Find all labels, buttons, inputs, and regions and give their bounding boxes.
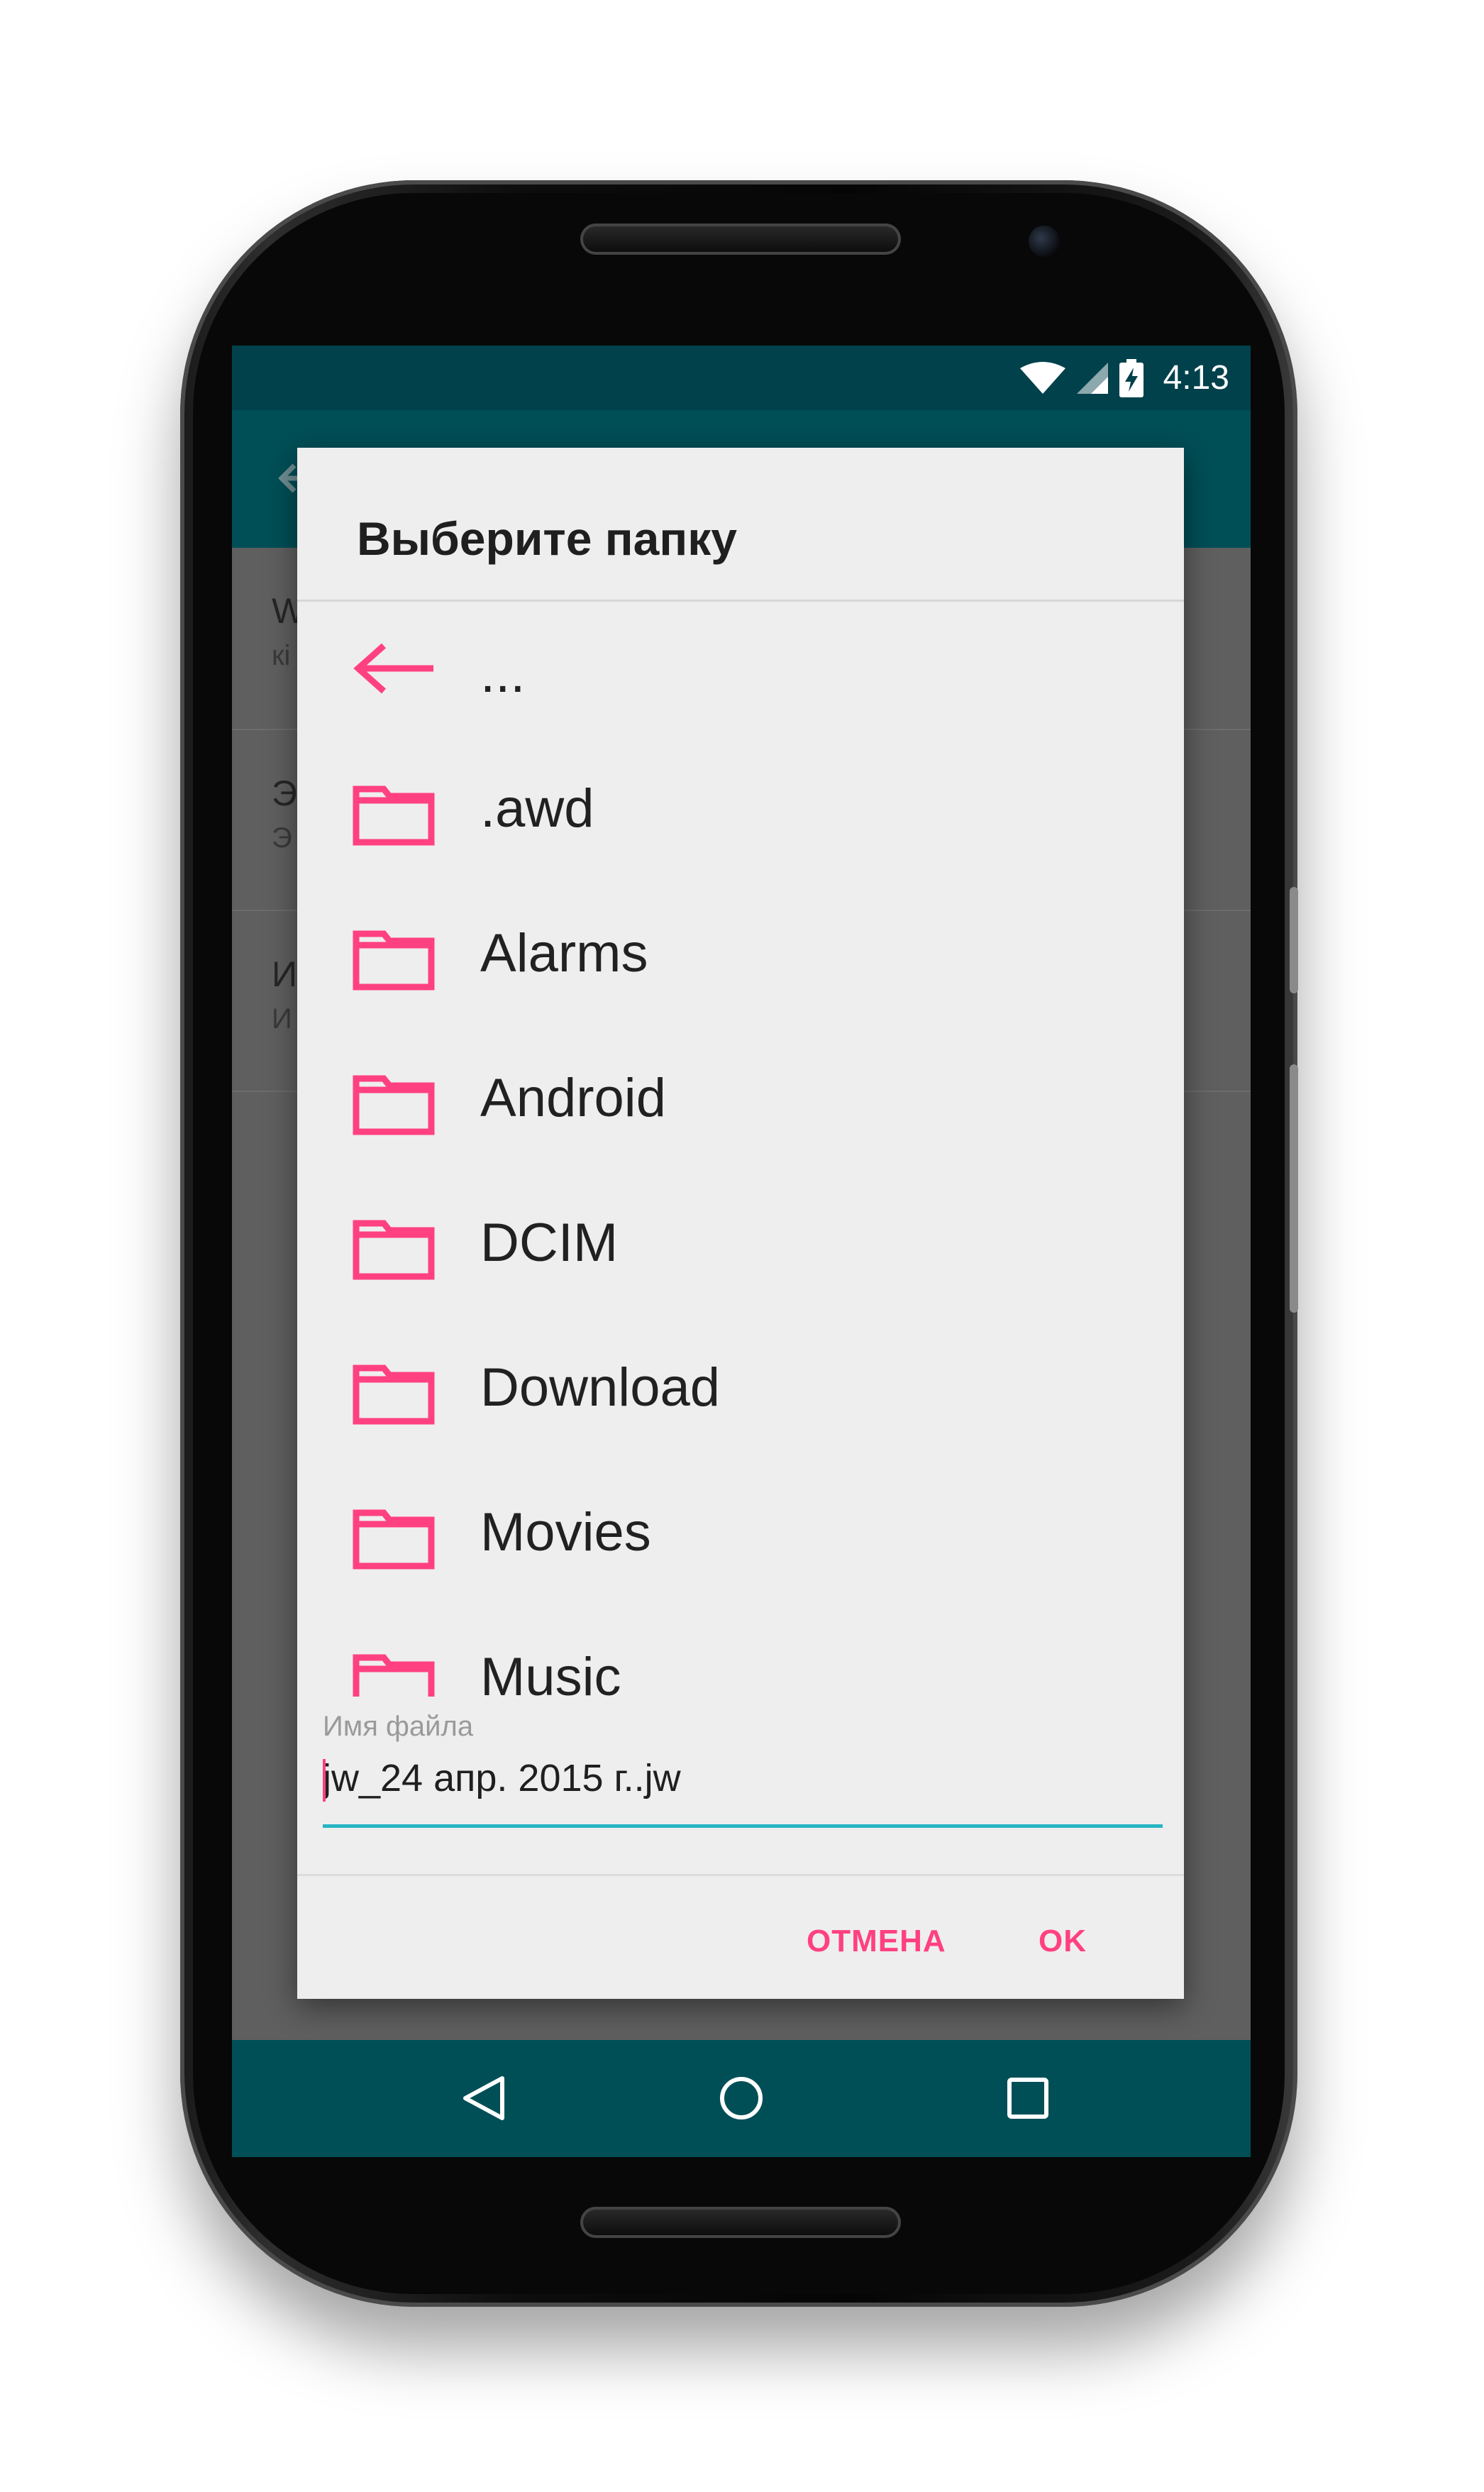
nav-home-button[interactable] — [706, 2063, 777, 2134]
bottom-speaker — [580, 2207, 901, 2238]
folder-icon — [353, 1075, 435, 1135]
filename-input[interactable] — [323, 1750, 1163, 1807]
list-item-subtitle: И — [272, 1003, 292, 1035]
dialog-title: Выберите папку — [357, 512, 737, 565]
home-circle-icon — [720, 2077, 763, 2119]
folder-icon — [353, 1509, 435, 1570]
list-item-folder[interactable]: DCIM — [297, 1171, 1184, 1316]
volume-button — [1290, 1064, 1298, 1313]
folder-icon — [353, 1220, 435, 1280]
list-item-label: Music — [480, 1647, 621, 1697]
folder-chooser-dialog: Выберите папку ... .awd Alarms Android D… — [297, 448, 1184, 1999]
ok-button[interactable]: OK — [1039, 1924, 1087, 1959]
text-caret — [323, 1759, 326, 1802]
list-item-folder[interactable]: Movies — [297, 1460, 1184, 1605]
nav-back-button[interactable] — [448, 2063, 519, 2134]
list-item-label: DCIM — [480, 1213, 619, 1273]
navigation-bar — [232, 2040, 1251, 2157]
status-bar: 4:13 — [232, 346, 1251, 410]
front-camera — [1029, 226, 1060, 257]
list-item-label: .awd — [480, 778, 594, 839]
list-item-title: И — [272, 954, 297, 994]
wifi-icon — [1019, 361, 1065, 394]
folder-icon — [353, 1364, 435, 1425]
list-item-label: Alarms — [480, 923, 648, 983]
status-time: 4:13 — [1163, 359, 1229, 397]
list-item-subtitle: Э — [272, 822, 292, 854]
arrow-back-icon — [353, 643, 433, 694]
list-item-label: Movies — [480, 1502, 651, 1562]
list-item-title: Э — [272, 773, 297, 813]
list-item-folder[interactable]: Download — [297, 1316, 1184, 1460]
top-speaker — [580, 224, 901, 255]
list-item-subtitle: кі — [272, 640, 291, 671]
signal-icon — [1076, 362, 1108, 394]
folder-icon — [353, 1654, 435, 1697]
cancel-button[interactable]: ОТМЕНА — [807, 1924, 946, 1959]
folder-list[interactable]: ... .awd Alarms Android DCIM Download Mo… — [297, 602, 1184, 1697]
folder-icon — [353, 930, 435, 991]
list-item-folder[interactable]: .awd — [297, 737, 1184, 881]
list-item-label: Android — [480, 1068, 666, 1128]
list-item-label: ... — [480, 644, 526, 704]
status-icons: 4:13 — [1019, 346, 1229, 410]
screen: 4:13 W кі Э Э И И Выберите папку ... .aw… — [232, 346, 1251, 2157]
list-item-up[interactable]: ... — [297, 602, 1184, 746]
filename-underline — [323, 1824, 1163, 1828]
list-item-folder[interactable]: Alarms — [297, 881, 1184, 1026]
list-item-label: Download — [480, 1357, 720, 1418]
list-item-folder[interactable]: Android — [297, 1026, 1184, 1171]
nav-recents-button[interactable] — [992, 2063, 1063, 2134]
battery-charging-icon — [1119, 358, 1144, 397]
list-item-folder[interactable]: Music — [297, 1605, 1184, 1697]
recents-square-icon — [1007, 2078, 1048, 2119]
actions-divider — [297, 1874, 1184, 1876]
folder-icon — [353, 785, 435, 846]
filename-label: Имя файла — [323, 1711, 474, 1742]
back-triangle-icon — [463, 2076, 504, 2120]
power-button — [1290, 887, 1298, 993]
